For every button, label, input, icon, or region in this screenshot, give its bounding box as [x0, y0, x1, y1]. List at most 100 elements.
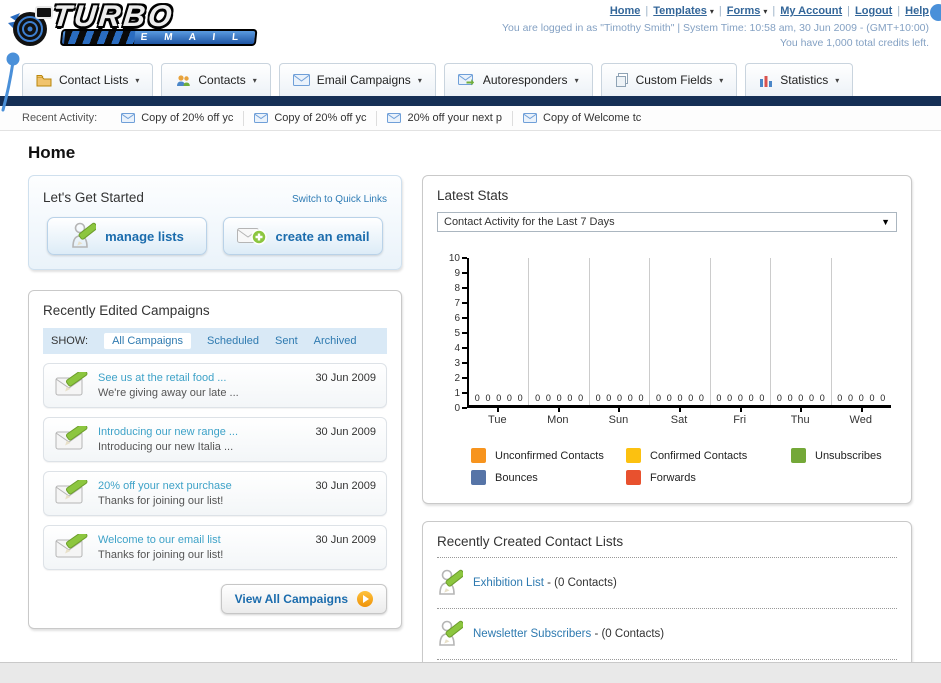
recent-campaigns-panel: Recently Edited Campaigns SHOW: All Camp…: [28, 290, 402, 629]
chevron-down-icon: ▾: [719, 75, 724, 85]
get-started-title: Let's Get Started: [43, 190, 144, 205]
legend-swatch: [626, 448, 641, 463]
campaign-filterbar: SHOW: All Campaigns Scheduled Sent Archived: [43, 328, 387, 354]
right-column: Latest Stats Contact Activity for the La…: [422, 175, 912, 662]
switch-quick-links[interactable]: Switch to Quick Links: [292, 194, 387, 205]
turbine-icon: [8, 6, 53, 46]
recent-activity-item[interactable]: Copy of Welcome tc: [512, 110, 651, 126]
filter-scheduled[interactable]: Scheduled: [207, 335, 259, 347]
show-label: SHOW:: [51, 335, 89, 347]
recent-activity-text: Copy of 20% off yc: [141, 112, 234, 124]
campaign-subtitle: We're giving away our late ...: [98, 387, 239, 399]
bar-value: 0: [578, 393, 584, 403]
campaign-card-body: 20% off your next purchase Thanks for joi…: [98, 480, 305, 507]
campaign-title-link[interactable]: See us at the retail food ...: [98, 372, 305, 384]
envelope-pencil-icon: [54, 534, 88, 560]
tab-label: Contact Lists: [59, 73, 129, 87]
nav-link-templates[interactable]: Templates: [653, 5, 707, 17]
envelope-icon: [292, 74, 310, 86]
legend-swatch: [626, 470, 641, 485]
bar-value-labels: 00000: [650, 393, 709, 403]
nav-link-forms[interactable]: Forms: [727, 5, 761, 17]
y-tick-label: 4: [454, 342, 460, 354]
latest-stats-panel: Latest Stats Contact Activity for the La…: [422, 175, 912, 504]
bar-value: 0: [535, 393, 541, 403]
turbo-email-logo: TURBO E M A I L: [6, 0, 259, 55]
get-started-buttons: manage lists create an email: [43, 217, 387, 255]
campaign-title-link[interactable]: Welcome to our email list: [98, 534, 305, 546]
main-content: Home Let's Get Started Switch to Quick L…: [0, 131, 941, 662]
legend-label: Forwards: [650, 471, 696, 484]
x-axis-label: Mon: [528, 408, 589, 426]
tab-label: Email Campaigns: [316, 73, 411, 87]
nav-separator: |: [847, 5, 851, 17]
recent-activity-item[interactable]: Copy of 20% off yc: [243, 110, 376, 126]
tab-label: Statistics: [780, 73, 829, 87]
stats-period-select[interactable]: Contact Activity for the Last 7 Days ▼: [437, 212, 897, 232]
tab-statistics[interactable]: Statistics ▾: [745, 63, 854, 96]
campaign-card[interactable]: Introducing our new range ... Introducing…: [43, 417, 387, 462]
dotted-divider: [437, 608, 897, 609]
filter-archived[interactable]: Archived: [314, 335, 357, 347]
bar-value: 0: [545, 393, 551, 403]
x-axis-label: Sun: [588, 408, 649, 426]
contact-list-name-link[interactable]: Exhibition List: [473, 577, 547, 589]
page-title: Home: [28, 143, 76, 162]
bar-value: 0: [727, 393, 733, 403]
chevron-down-icon: ▾: [709, 7, 714, 16]
filter-sent[interactable]: Sent: [275, 335, 298, 347]
contact-list-count: - (0 Contacts): [547, 577, 617, 589]
campaign-card[interactable]: See us at the retail food ... We're givin…: [43, 363, 387, 408]
envelope-pencil-icon: [54, 426, 88, 452]
x-axis-label: Tue: [467, 408, 528, 426]
bar-chart-icon: [759, 74, 773, 87]
bar-value: 0: [688, 393, 694, 403]
x-axis-label: Fri: [709, 408, 770, 426]
recent-activity-item[interactable]: 20% off your next p: [376, 110, 512, 126]
tab-email-campaigns[interactable]: Email Campaigns ▾: [278, 63, 436, 96]
campaign-title-link[interactable]: 20% off your next purchase: [98, 480, 305, 492]
view-all-campaigns-button[interactable]: View All Campaigns: [220, 584, 387, 614]
campaign-title-link[interactable]: Introducing our new range ...: [98, 426, 305, 438]
bar-value: 0: [606, 393, 612, 403]
nav-separator: |: [772, 5, 776, 17]
main-tabbar: Contact Lists ▾ Contacts ▾ Email Campaigns ▾ A…: [0, 58, 941, 96]
envelope-plus-icon: [236, 226, 267, 246]
chart-x-axis: Tue Mon Sun Sat Fri Thu Wed: [467, 408, 891, 426]
folder-icon: [36, 74, 52, 87]
nav-link-home[interactable]: Home: [610, 5, 641, 17]
recent-activity-item[interactable]: Copy of 20% off yc: [111, 111, 243, 126]
bar-value: 0: [737, 393, 743, 403]
bar-value: 0: [748, 393, 754, 403]
person-pencil-icon: [437, 569, 463, 597]
chevron-down-icon: ▾: [417, 75, 422, 85]
tab-custom-fields[interactable]: Custom Fields ▾: [600, 63, 738, 96]
tab-contact-lists[interactable]: Contact Lists ▾: [22, 63, 154, 96]
recent-activity-text: Copy of Welcome tc: [543, 112, 642, 124]
y-tick-label: 9: [454, 267, 460, 279]
nav-link-my-account[interactable]: My Account: [780, 5, 842, 17]
bar-value: 0: [496, 393, 502, 403]
campaign-card[interactable]: 20% off your next purchase Thanks for joi…: [43, 471, 387, 516]
navy-divider-bar: [0, 96, 941, 106]
help-bubble-icon[interactable]: [930, 4, 941, 21]
contact-list-count: - (0 Contacts): [594, 628, 665, 640]
filter-links: All Campaigns Scheduled Sent Archived: [104, 333, 356, 349]
bar-value: 0: [819, 393, 825, 403]
manage-lists-button[interactable]: manage lists: [47, 217, 207, 255]
bar-value: 0: [556, 393, 562, 403]
create-an-email-button[interactable]: create an email: [223, 217, 383, 255]
campaign-card[interactable]: Welcome to our email list Thanks for join…: [43, 525, 387, 570]
contact-list-item[interactable]: Exhibition List - (0 Contacts): [437, 566, 897, 600]
nav-link-help[interactable]: Help: [905, 5, 929, 17]
button-label: manage lists: [105, 228, 184, 244]
nav-link-logout[interactable]: Logout: [855, 5, 892, 17]
tab-contacts[interactable]: Contacts ▾: [161, 63, 271, 96]
chart-legend: Unconfirmed Contacts Confirmed Contacts Un…: [471, 448, 891, 485]
campaign-date: 30 Jun 2009: [315, 480, 376, 492]
filter-all-campaigns[interactable]: All Campaigns: [104, 333, 191, 349]
tab-autoresponders[interactable]: Autoresponders ▾: [443, 63, 593, 96]
contact-list-item[interactable]: Newsletter Subscribers - (0 Contacts): [437, 617, 897, 651]
contact-list-name-link[interactable]: Newsletter Subscribers: [473, 628, 594, 640]
bar-value: 0: [837, 393, 843, 403]
